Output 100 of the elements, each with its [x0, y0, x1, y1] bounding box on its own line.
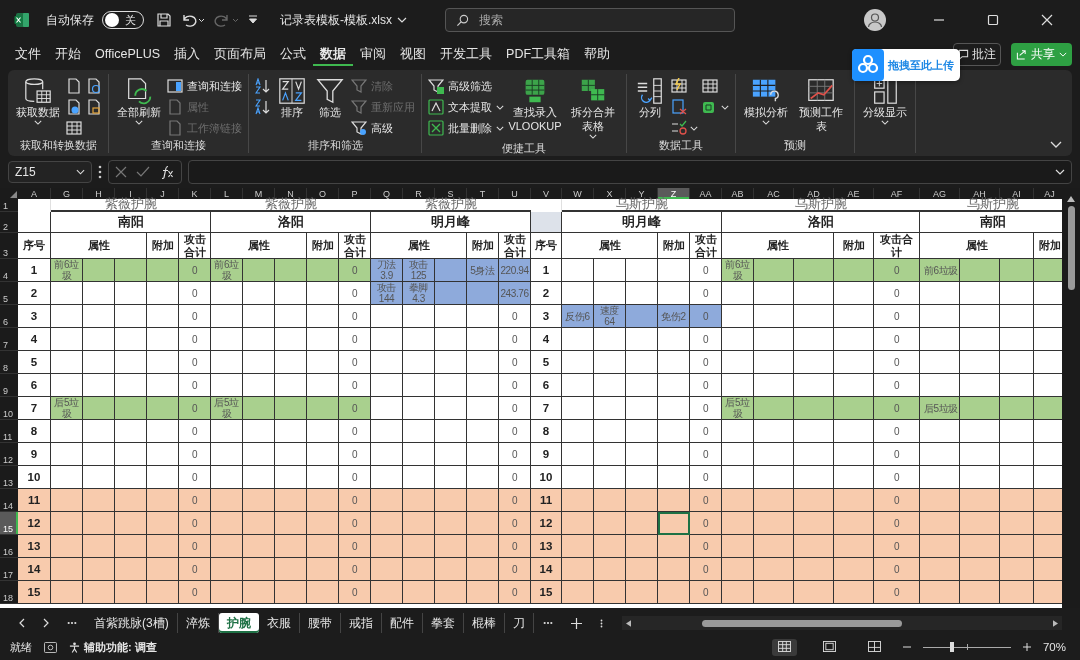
column-header[interactable]: AF — [874, 188, 920, 199]
row-header[interactable]: 10 — [0, 397, 18, 420]
column-header[interactable]: AH — [960, 188, 1000, 199]
sheet-tab[interactable]: 拳套 — [422, 613, 464, 633]
more-icon[interactable] — [599, 617, 603, 629]
row-header[interactable]: 16 — [0, 535, 18, 558]
column-header[interactable]: P — [339, 188, 371, 199]
sheet-tab[interactable]: 戒指 — [340, 613, 382, 633]
sheet-tab[interactable]: 淬炼 — [177, 613, 219, 633]
row-header[interactable]: 12 — [0, 443, 18, 466]
column-header[interactable]: U — [499, 188, 531, 199]
row-header[interactable]: 9 — [0, 374, 18, 397]
check-icon[interactable] — [136, 166, 150, 178]
close-icon[interactable] — [1041, 14, 1053, 26]
ribbon-icon-button[interactable] — [66, 76, 82, 96]
row-header[interactable]: 4 — [0, 259, 18, 282]
sheet-tab[interactable]: 首紫跳脉(3槽) — [86, 613, 178, 633]
ribbon-icon-button[interactable] — [255, 97, 271, 117]
row-header[interactable]: 13 — [0, 466, 18, 489]
row-header[interactable]: 11 — [0, 420, 18, 443]
undo-icon[interactable] — [180, 12, 206, 28]
menu-tab[interactable]: 页面布局 — [207, 42, 274, 66]
view-button[interactable] — [771, 638, 797, 656]
column-header[interactable]: M — [243, 188, 275, 199]
horizontal-scrollbar[interactable] — [621, 616, 1062, 630]
column-header[interactable]: AD — [794, 188, 834, 199]
more-icon[interactable] — [98, 165, 102, 179]
scroll-right-icon[interactable] — [1053, 619, 1058, 627]
ribbon-button[interactable]: 拆分合并表格 — [566, 74, 620, 141]
ribbon-icon-button[interactable] — [671, 118, 698, 138]
column-header[interactable]: H — [83, 188, 115, 199]
ribbon-button[interactable]: 批量删除 — [428, 118, 504, 138]
zoom-level[interactable]: 70% — [1042, 641, 1066, 653]
column-header[interactable]: G — [51, 188, 83, 199]
menu-tab[interactable]: PDF工具箱 — [499, 42, 578, 66]
ribbon-button[interactable]: 查询和连接 — [167, 76, 242, 96]
row-header[interactable]: 15 — [0, 512, 18, 535]
upload-popup[interactable]: 拖拽至此上传 — [852, 49, 960, 81]
row-header[interactable]: 18 — [0, 581, 18, 604]
menu-tab[interactable]: 帮助 — [577, 42, 618, 66]
menu-tab[interactable]: 插入 — [167, 42, 208, 66]
macro-record-icon[interactable] — [44, 641, 57, 653]
column-header[interactable]: K — [179, 188, 211, 199]
ribbon-button[interactable]: 获取数据 — [14, 74, 62, 127]
menu-tab[interactable]: 数据 — [313, 42, 354, 66]
name-box[interactable]: Z15 — [8, 161, 92, 183]
scroll-thumb[interactable] — [701, 619, 902, 627]
menu-tab[interactable]: OfficePLUS — [88, 42, 168, 66]
save-icon[interactable] — [156, 12, 172, 28]
row-header[interactable]: 2 — [0, 212, 18, 233]
ribbon-button[interactable]: 全部刷新 — [115, 74, 163, 127]
sheet-tab[interactable]: 腰带 — [299, 613, 341, 633]
sheet-tab[interactable]: 刀 — [504, 613, 534, 633]
avatar-icon[interactable] — [864, 9, 886, 31]
ribbon-icon-button[interactable] — [86, 97, 102, 117]
expand-icon[interactable] — [1055, 169, 1065, 175]
row-header[interactable]: 14 — [0, 489, 18, 512]
scroll-left-icon[interactable] — [625, 619, 631, 627]
maximize-icon[interactable] — [987, 14, 999, 26]
zoom-in-icon[interactable] — [1022, 643, 1031, 651]
menu-tab[interactable]: 文件 — [8, 42, 48, 66]
more-sheets-icon[interactable] — [67, 621, 77, 625]
next-sheet-icon[interactable] — [43, 618, 49, 628]
ribbon-button[interactable]: 模拟分析 — [742, 74, 790, 127]
search-field[interactable]: 搜索 — [445, 8, 735, 32]
ribbon-button[interactable]: 预测工作表 — [794, 74, 848, 136]
ribbon-button[interactable]: 文本提取 — [428, 97, 504, 117]
ribbon-button[interactable]: 高级筛选 — [428, 76, 504, 96]
column-header[interactable]: Y — [626, 188, 658, 199]
column-header[interactable]: Q — [371, 188, 403, 199]
ribbon-button[interactable]: 分列 — [633, 74, 667, 122]
ribbon-button[interactable]: 高级 — [351, 118, 415, 138]
column-header[interactable]: R — [403, 188, 435, 199]
ribbon-button[interactable]: 筛选 — [313, 74, 347, 122]
ribbon-icon-button[interactable] — [66, 97, 82, 117]
ribbon-icon-button[interactable] — [86, 76, 102, 96]
menu-tab[interactable]: 视图 — [393, 42, 434, 66]
collapse-ribbon-icon[interactable] — [1050, 141, 1062, 149]
cancel-icon[interactable] — [115, 166, 127, 178]
row-header[interactable]: 1 — [0, 199, 18, 212]
scroll-thumb[interactable] — [1067, 206, 1075, 290]
column-header[interactable]: Z — [658, 188, 690, 199]
row-header[interactable]: 3 — [0, 233, 18, 259]
menu-tab[interactable]: 审阅 — [353, 42, 394, 66]
row-header[interactable]: 7 — [0, 328, 18, 351]
column-header[interactable]: X — [594, 188, 626, 199]
row-header[interactable]: 5 — [0, 282, 18, 305]
row-header[interactable]: 17 — [0, 558, 18, 581]
column-header[interactable]: AI — [1000, 188, 1034, 199]
customize-caret-icon[interactable] — [248, 15, 258, 25]
column-header[interactable]: AC — [754, 188, 794, 199]
column-header[interactable]: V — [531, 188, 562, 199]
file-name-button[interactable]: 记录表模板-模板.xlsx — [280, 11, 407, 29]
sheet-tab[interactable]: 衣服 — [258, 613, 300, 633]
row-header[interactable]: 6 — [0, 305, 18, 328]
accessibility-button[interactable]: 辅助功能: 调查 — [69, 639, 157, 655]
ribbon-button[interactable]: 排序 — [275, 74, 309, 122]
function-icon[interactable] — [159, 165, 175, 179]
column-header[interactable]: O — [307, 188, 339, 199]
sheet-tab[interactable]: 护腕 — [218, 613, 259, 633]
